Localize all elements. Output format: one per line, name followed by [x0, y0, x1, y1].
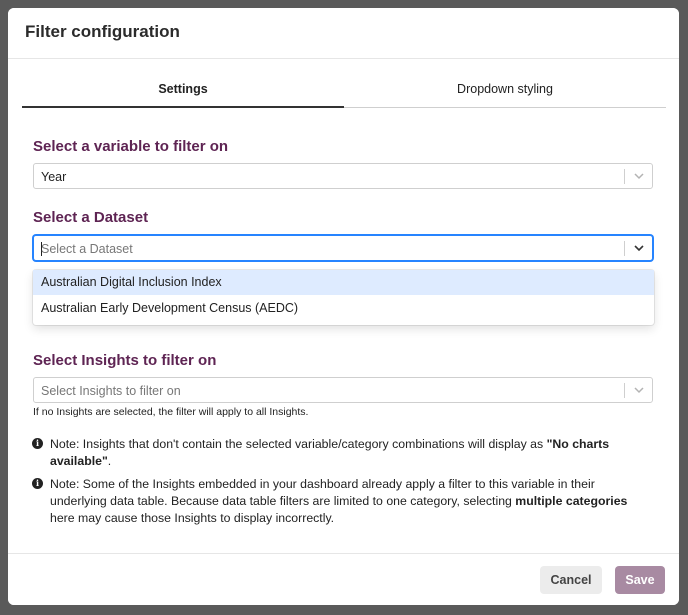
modal-footer: Cancel Save — [8, 553, 679, 605]
dataset-option-aedc[interactable]: Australian Early Development Census (AED… — [33, 296, 654, 321]
tab-bar: Settings Dropdown styling — [22, 78, 666, 108]
dataset-select[interactable]: Select a Dataset — [33, 235, 653, 261]
modal-title: Filter configuration — [25, 22, 180, 41]
tab-settings[interactable]: Settings — [22, 78, 344, 108]
insights-hint: If no Insights are selected, the filter … — [33, 406, 309, 418]
filter-configuration-dialog: Filter configuration Settings Dropdown s… — [8, 8, 679, 605]
insights-select[interactable]: Select Insights to filter on — [33, 377, 653, 403]
insights-select-placeholder: Select Insights to filter on — [41, 384, 181, 398]
info-icon: i — [32, 478, 43, 489]
variable-select[interactable]: Year — [33, 163, 653, 189]
variable-select-value: Year — [41, 170, 67, 184]
info-icon: i — [32, 438, 43, 449]
note-multiple-categories: i Note: Some of the Insights embedded in… — [32, 476, 652, 527]
chevron-down-icon[interactable] — [634, 385, 644, 395]
select-separator — [624, 169, 625, 184]
cancel-button[interactable]: Cancel — [540, 566, 602, 594]
chevron-down-icon[interactable] — [634, 243, 644, 253]
variable-section-label: Select a variable to filter on — [33, 138, 229, 155]
note-text: Note: Insights that don't contain the se… — [50, 437, 610, 468]
dataset-select-placeholder: Select a Dataset — [41, 242, 133, 256]
note-no-charts: i Note: Insights that don't contain the … — [32, 436, 652, 470]
note-text: Note: Some of the Insights embedded in y… — [50, 477, 628, 525]
tab-dropdown-styling[interactable]: Dropdown styling — [344, 78, 666, 108]
dataset-option-digital-inclusion[interactable]: Australian Digital Inclusion Index — [33, 270, 654, 295]
chevron-down-icon[interactable] — [634, 171, 644, 181]
dataset-section-label: Select a Dataset — [33, 209, 149, 226]
select-separator — [624, 383, 625, 398]
insights-section-label: Select Insights to filter on — [33, 352, 217, 369]
dataset-options-menu: Australian Digital Inclusion Index Austr… — [33, 270, 654, 325]
save-button[interactable]: Save — [615, 566, 665, 594]
modal-header: Filter configuration — [8, 8, 679, 59]
select-separator — [624, 241, 625, 256]
